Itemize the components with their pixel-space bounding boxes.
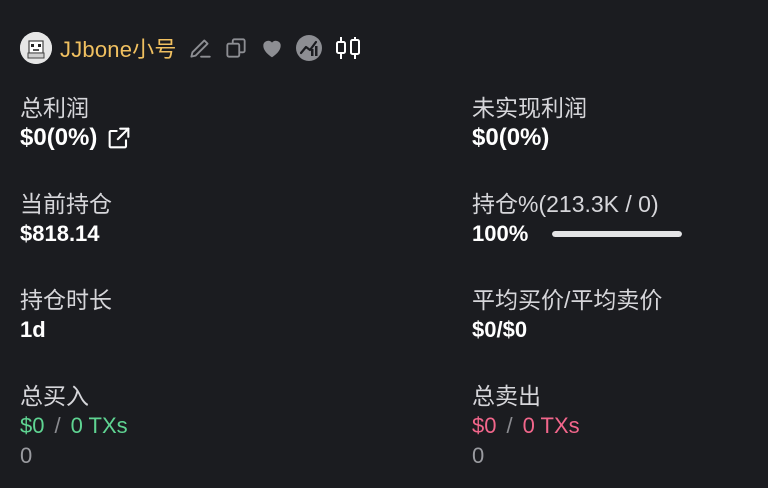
- wallet-username[interactable]: JJbone小号: [60, 32, 177, 64]
- total-sell-amount: $0: [472, 413, 497, 438]
- hold-duration-label: 持仓时长: [20, 287, 112, 313]
- hold-duration-value: 1d: [20, 317, 46, 342]
- unrealized-profit-value: $0(0%): [472, 124, 550, 151]
- unrealized-profit-stat: 未实现利润 $0(0%): [472, 93, 587, 153]
- total-sell-label: 总卖出: [472, 383, 541, 409]
- wallet-header: JJbone小号: [20, 32, 373, 64]
- total-sell-row: $0 / 0 TXs: [472, 411, 580, 441]
- candlestick-icon[interactable]: [333, 34, 363, 62]
- current-position-value: $818.14: [20, 221, 100, 246]
- hold-duration-stat: 持仓时长 1d: [20, 285, 112, 345]
- position-pct-label: 持仓%(213.3K / 0): [472, 191, 659, 217]
- unrealized-profit-label: 未实现利润: [472, 95, 587, 121]
- total-profit-value-row: $0(0%): [20, 123, 133, 153]
- external-link-icon[interactable]: [105, 124, 133, 152]
- total-buy-stat: 总买入 $0 / 0 TXs 0: [20, 381, 128, 471]
- total-profit-stat: 总利润 $0(0%): [20, 93, 133, 153]
- total-profit-label: 总利润: [20, 95, 89, 121]
- copy-icon[interactable]: [223, 35, 249, 61]
- total-profit-value: $0(0%): [20, 124, 98, 151]
- total-buy-sub: 0: [20, 443, 33, 468]
- total-buy-separator: /: [54, 413, 61, 438]
- total-buy-txs[interactable]: 0 TXs: [71, 411, 128, 441]
- total-sell-txs[interactable]: 0 TXs: [523, 411, 580, 441]
- heart-icon[interactable]: [259, 35, 285, 61]
- total-buy-amount: $0: [20, 413, 45, 438]
- current-position-stat: 当前持仓 $818.14: [20, 189, 112, 249]
- position-pct-row: 100%: [472, 219, 683, 249]
- pencil-icon[interactable]: [187, 35, 213, 61]
- avatar[interactable]: [20, 32, 52, 64]
- avg-price-stat: 平均买价/平均卖价 $0/$0: [472, 285, 662, 345]
- current-position-label: 当前持仓: [20, 191, 112, 217]
- wallet-stats-panel: JJbone小号 总利润 $0(0%) 未实现利润 $0(0%) 当前持仓 $8…: [0, 0, 768, 488]
- chart-badge-icon[interactable]: [295, 34, 323, 62]
- total-buy-label: 总买入: [20, 383, 89, 409]
- position-pct-value: 100%: [472, 221, 529, 246]
- avg-price-label: 平均买价/平均卖价: [472, 287, 663, 313]
- total-buy-row: $0 / 0 TXs: [20, 411, 128, 441]
- position-progress-fill: [552, 231, 683, 237]
- total-sell-separator: /: [506, 413, 513, 438]
- position-pct-stat: 持仓%(213.3K / 0) 100%: [472, 189, 683, 249]
- total-sell-stat: 总卖出 $0 / 0 TXs 0: [472, 381, 580, 471]
- avg-price-value: $0/$0: [472, 317, 528, 342]
- position-progress-bar: [552, 231, 683, 237]
- total-sell-sub: 0: [472, 443, 485, 468]
